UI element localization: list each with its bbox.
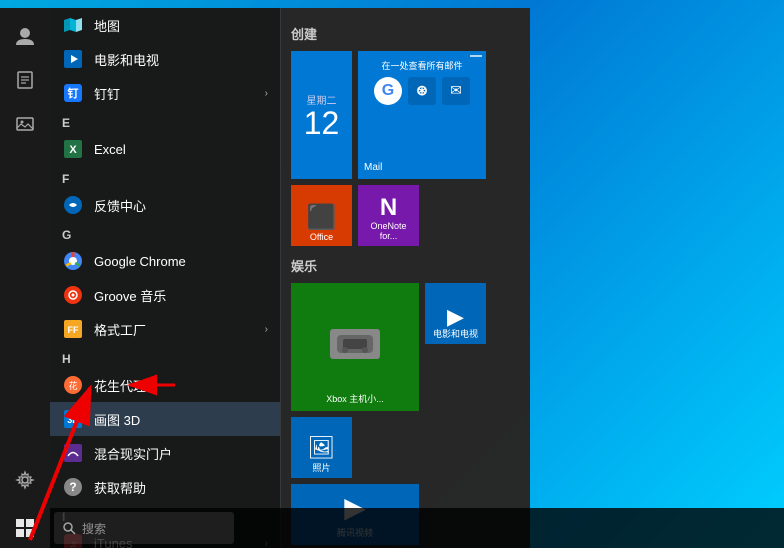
section-label-f: F xyxy=(50,166,280,188)
start-sidebar xyxy=(0,8,50,548)
app-item-groove[interactable]: Groove 音乐 xyxy=(50,278,280,312)
help-app-icon: ? xyxy=(62,476,84,498)
office-tile-icon: ⬛ xyxy=(307,206,337,230)
tile-xbox[interactable]: Xbox 主机小... xyxy=(291,283,419,411)
app-item-huasheng-label: 花生代理 xyxy=(94,376,146,395)
section-label-h: H xyxy=(50,346,280,368)
app-item-format-label: 格式工厂 xyxy=(94,320,146,339)
search-placeholder: 搜索 xyxy=(82,520,106,537)
mail-envelope-icon: ✉ xyxy=(442,77,470,105)
mr-app-icon xyxy=(62,442,84,464)
paint3d-app-icon: 3D xyxy=(62,408,84,430)
taskbar: 搜索 xyxy=(0,508,784,548)
tiles-section-yule: 娱乐 xyxy=(291,256,520,275)
app-item-map[interactable]: 地图 xyxy=(50,8,280,42)
tiles-row-3: Xbox 主机小... ▶ 电影和电视 🖼 照片 xyxy=(291,283,520,478)
taskbar-search[interactable]: 搜索 xyxy=(54,512,234,544)
settings-sidebar-icon[interactable] xyxy=(5,460,45,500)
tiles-row-1: 星期二 12 在一处查看所有邮件 G ⊛ ✉ Mail xyxy=(291,51,520,179)
pictures-sidebar-icon[interactable] xyxy=(5,104,45,144)
movies-app-icon xyxy=(62,48,84,70)
app-item-help[interactable]: ? 获取帮助 xyxy=(50,470,280,504)
app-list: 地图 电影和电视 钉 钉钉 › E X Excel xyxy=(50,8,280,548)
format-app-icon: FF xyxy=(62,318,84,340)
format-chevron: › xyxy=(265,324,268,335)
huasheng-app-icon: 花 xyxy=(62,374,84,396)
xbox-tile-label: Xbox 主机小... xyxy=(326,392,384,405)
svg-text:钉: 钉 xyxy=(68,86,79,100)
documents-sidebar-icon[interactable] xyxy=(5,60,45,100)
excel-app-icon: X xyxy=(62,138,84,160)
tile-movies-ent[interactable]: ▶ 电影和电视 xyxy=(425,283,486,344)
mail-label: Mail xyxy=(364,162,382,173)
dingding-chevron: › xyxy=(265,88,268,99)
svg-text:X: X xyxy=(69,144,77,156)
chrome-app-icon xyxy=(62,250,84,272)
tile-office[interactable]: ⬛ Office xyxy=(291,185,352,246)
app-item-dingding-label: 钉钉 xyxy=(94,84,120,103)
app-item-feedback-label: 反馈中心 xyxy=(94,196,146,215)
app-item-groove-label: Groove 音乐 xyxy=(94,286,166,305)
svg-text:3D: 3D xyxy=(67,415,79,425)
mail-icons: G ⊛ ✉ xyxy=(374,77,470,105)
start-button[interactable] xyxy=(0,508,50,548)
movies-tile-label: 电影和电视 xyxy=(433,330,478,340)
tiles-row-2: ⬛ Office N OneNote for... xyxy=(291,185,520,246)
app-item-chrome-label: Google Chrome xyxy=(94,254,186,269)
app-item-mr-label: 混合现实门户 xyxy=(94,444,172,463)
app-item-movies[interactable]: 电影和电视 xyxy=(50,42,280,76)
app-item-paint3d-label: 画图 3D xyxy=(94,410,140,429)
user-avatar[interactable] xyxy=(5,16,45,56)
svg-text:FF: FF xyxy=(68,325,79,335)
start-menu: 地图 电影和电视 钉 钉钉 › E X Excel xyxy=(0,8,530,548)
onenote-tile-icon: N xyxy=(380,196,397,220)
mail-outlook-icon: ⊛ xyxy=(408,77,436,105)
app-item-excel[interactable]: X Excel xyxy=(50,132,280,166)
app-item-map-label: 地图 xyxy=(94,16,120,35)
tile-photos[interactable]: 🖼 照片 xyxy=(291,417,352,478)
app-item-paint3d[interactable]: 3D 画图 3D xyxy=(50,402,280,436)
app-item-chrome[interactable]: Google Chrome xyxy=(50,244,280,278)
app-item-feedback[interactable]: 反馈中心 xyxy=(50,188,280,222)
mail-google-icon: G xyxy=(374,77,402,105)
tiles-section-chuangjian: 创建 xyxy=(291,24,520,43)
app-item-help-label: 获取帮助 xyxy=(94,478,146,497)
tiles-area: 创建 星期二 12 在一处查看所有邮件 G ⊛ ✉ xyxy=(281,8,530,548)
app-item-excel-label: Excel xyxy=(94,142,126,157)
section-label-e: E xyxy=(50,110,280,132)
app-item-dingding[interactable]: 钉 钉钉 › xyxy=(50,76,280,110)
onenote-tile-label: OneNote for... xyxy=(362,222,415,242)
mail-tile-minimize xyxy=(470,55,482,57)
mail-top-text: 在一处查看所有邮件 xyxy=(377,57,466,73)
calendar-date-label: 12 xyxy=(304,107,340,139)
svg-text:花: 花 xyxy=(68,380,77,391)
photos-tile-label: 照片 xyxy=(312,461,330,474)
office-tile-label: Office xyxy=(310,232,333,242)
app-item-huasheng[interactable]: 花 花生代理 xyxy=(50,368,280,402)
tile-onenote[interactable]: N OneNote for... xyxy=(358,185,419,246)
dingding-app-icon: 钉 xyxy=(62,82,84,104)
photos-tile-icon: 🖼 xyxy=(308,435,336,461)
feedback-app-icon xyxy=(62,194,84,216)
app-item-movies-label: 电影和电视 xyxy=(94,50,159,69)
svg-text:?: ? xyxy=(69,480,76,494)
app-item-mr[interactable]: 混合现实门户 xyxy=(50,436,280,470)
groove-app-icon xyxy=(62,284,84,306)
tile-mail[interactable]: 在一处查看所有邮件 G ⊛ ✉ Mail xyxy=(358,51,486,179)
movies-tile-icon: ▶ xyxy=(447,304,464,330)
section-label-g: G xyxy=(50,222,280,244)
tile-calendar[interactable]: 星期二 12 xyxy=(291,51,352,179)
desktop: 地图 电影和电视 钉 钉钉 › E X Excel xyxy=(0,0,784,548)
xbox-console-icon xyxy=(330,329,380,359)
app-item-format[interactable]: FF 格式工厂 › xyxy=(50,312,280,346)
map-app-icon xyxy=(62,14,84,36)
